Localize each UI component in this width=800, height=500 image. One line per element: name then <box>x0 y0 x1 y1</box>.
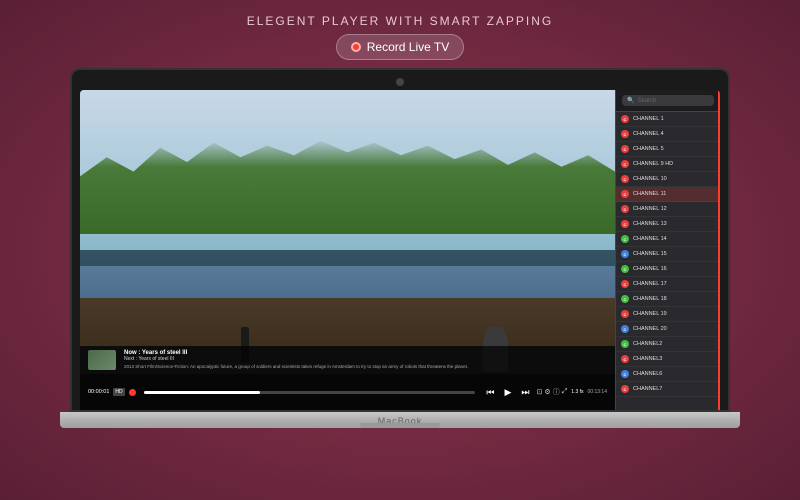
search-placeholder: Search <box>637 98 656 104</box>
channel-sidebar: 🔍 Search CCHANNEL 1CCHANNEL 4CCHANNEL 5C… <box>615 90 720 410</box>
progress-bar[interactable] <box>144 391 476 394</box>
info-icon[interactable]: ⓘ <box>553 387 560 397</box>
search-icon: 🔍 <box>627 97 634 104</box>
channel-name-label: CHANNEL 17 <box>633 281 667 287</box>
channel-color-dot: C <box>621 370 629 378</box>
channel-name-label: CHANNEL 13 <box>633 221 667 227</box>
video-next: Next : Years of steel III <box>124 356 607 362</box>
video-info-bar: Now : Years of steel III Next : Years of… <box>80 346 615 374</box>
channel-item[interactable]: C CHANNEL2 <box>616 337 720 352</box>
channel-name-label: CHANNEL 16 <box>633 266 667 272</box>
channel-name-label: CHANNEL2 <box>633 341 662 347</box>
channel-item[interactable]: C CHANNEL7 <box>616 382 720 397</box>
time-elapsed: 00:00:01 <box>88 389 109 395</box>
channel-name-label: CHANNEL7 <box>633 386 662 392</box>
play-button[interactable]: ▶ <box>502 386 515 399</box>
channel-name-label: CHANNEL 5 <box>633 146 664 152</box>
channel-item[interactable]: C CHANNEL 17 <box>616 277 720 292</box>
app-tagline: ELEGENT PLAYER WITH SMART ZAPPING <box>247 14 554 28</box>
channel-item[interactable]: C CHANNEL 12 <box>616 202 720 217</box>
channel-color-dot: C <box>621 190 629 198</box>
channel-item[interactable]: C CHANNEL 5 <box>616 142 720 157</box>
channel-name-label: CHANNEL 1 <box>633 116 664 122</box>
channel-list: C CHANNEL 1 C CHANNEL 4 C CHANNEL 5 C CHANNEL 9… <box>616 112 720 410</box>
laptop-screen: Now : Years of steel III Next : Years of… <box>80 90 720 410</box>
video-player[interactable]: Now : Years of steel III Next : Years of… <box>80 90 615 410</box>
channel-name-label: CHANNEL3 <box>633 356 662 362</box>
channel-name-label: CHANNEL 19 <box>633 311 667 317</box>
video-description: 2013 Short Film/Science-Fiction: An apoc… <box>124 364 607 370</box>
channel-color-dot: C <box>621 205 629 213</box>
channel-color-dot: C <box>621 175 629 183</box>
player-controls: 00:00:01 HD ⏮ ▶ ⏭ ⊡ ⚙ ⓘ ⤢ <box>80 374 615 410</box>
laptop-hinge <box>360 423 440 428</box>
channel-item[interactable]: C CHANNEL 19 <box>616 307 720 322</box>
record-badge-label: Record Live TV <box>367 40 449 54</box>
channel-item[interactable]: C CHANNEL 11 <box>616 187 720 202</box>
channel-name-label: CHANNEL 12 <box>633 206 667 212</box>
channel-item[interactable]: C CHANNEL 15 <box>616 247 720 262</box>
channel-name-label: CHANNEL 11 <box>633 191 666 197</box>
channel-name-label: CHANNEL 9 HD <box>633 161 673 167</box>
channel-item[interactable]: C CHANNEL 10 <box>616 172 720 187</box>
channel-color-dot: C <box>621 160 629 168</box>
app-interface: Now : Years of steel III Next : Years of… <box>80 90 720 410</box>
record-live-badge[interactable]: Record Live TV <box>336 34 464 60</box>
channel-item[interactable]: C CHANNEL6 <box>616 367 720 382</box>
channel-color-dot: C <box>621 115 629 123</box>
channel-item[interactable]: C CHANNEL 18 <box>616 292 720 307</box>
hd-label: HD <box>113 388 124 396</box>
channel-color-dot: C <box>621 235 629 243</box>
channel-color-dot: C <box>621 355 629 363</box>
channel-color-dot: C <box>621 310 629 318</box>
laptop-device: Now : Years of steel III Next : Years of… <box>60 68 740 428</box>
record-indicator <box>129 389 136 396</box>
skip-back-button[interactable]: ⏮ <box>483 386 497 399</box>
progress-fill <box>144 391 260 394</box>
channel-name-label: CHANNEL 4 <box>633 131 664 137</box>
active-channel-indicator <box>718 90 720 410</box>
video-thumbnail <box>88 350 116 370</box>
channel-color-dot: C <box>621 295 629 303</box>
channel-name-label: CHANNEL 10 <box>633 176 667 182</box>
settings-icon[interactable]: ⚙ <box>544 388 550 396</box>
clock-time: 00:13:14 <box>588 389 607 395</box>
channel-color-dot: C <box>621 250 629 258</box>
channel-color-dot: C <box>621 280 629 288</box>
channel-item[interactable]: C CHANNEL 14 <box>616 232 720 247</box>
right-controls: ⊡ ⚙ ⓘ ⤢ <box>537 387 568 397</box>
channel-color-dot: C <box>621 265 629 273</box>
channel-item[interactable]: C CHANNEL 13 <box>616 217 720 232</box>
fullscreen-icon[interactable]: ⤢ <box>562 388 568 396</box>
header: ELEGENT PLAYER WITH SMART ZAPPING Record… <box>247 0 554 60</box>
channel-color-dot: C <box>621 220 629 228</box>
channel-name-label: CHANNEL 15 <box>633 251 667 257</box>
laptop-screen-bezel: Now : Years of steel III Next : Years of… <box>70 68 730 412</box>
channel-item[interactable]: C CHANNEL 16 <box>616 262 720 277</box>
channel-name-label: CHANNEL 14 <box>633 236 667 242</box>
laptop-base: MacBook <box>60 412 740 428</box>
channel-color-dot: C <box>621 340 629 348</box>
channel-name-label: CHANNEL 18 <box>633 296 667 302</box>
channel-item[interactable]: C CHANNEL 20 <box>616 322 720 337</box>
channel-name-label: CHANNEL6 <box>633 371 662 377</box>
channel-color-dot: C <box>621 325 629 333</box>
channel-search[interactable]: 🔍 Search <box>622 95 714 106</box>
record-dot-icon <box>351 42 361 52</box>
sidebar-header: 🔍 Search <box>616 90 720 112</box>
channel-item[interactable]: C CHANNEL 1 <box>616 112 720 127</box>
channel-color-dot: C <box>621 145 629 153</box>
duration: 1.3 fs <box>571 389 583 395</box>
channel-color-dot: C <box>621 385 629 393</box>
video-text: Now : Years of steel III Next : Years of… <box>124 350 607 370</box>
skip-forward-button[interactable]: ⏭ <box>518 386 532 399</box>
channel-item[interactable]: C CHANNEL 4 <box>616 127 720 142</box>
channel-name-label: CHANNEL 20 <box>633 326 667 332</box>
laptop-camera <box>396 78 404 86</box>
channel-item[interactable]: C CHANNEL 9 HD <box>616 157 720 172</box>
screenshot-icon[interactable]: ⊡ <box>537 388 543 396</box>
channel-color-dot: C <box>621 130 629 138</box>
channel-item[interactable]: C CHANNEL3 <box>616 352 720 367</box>
